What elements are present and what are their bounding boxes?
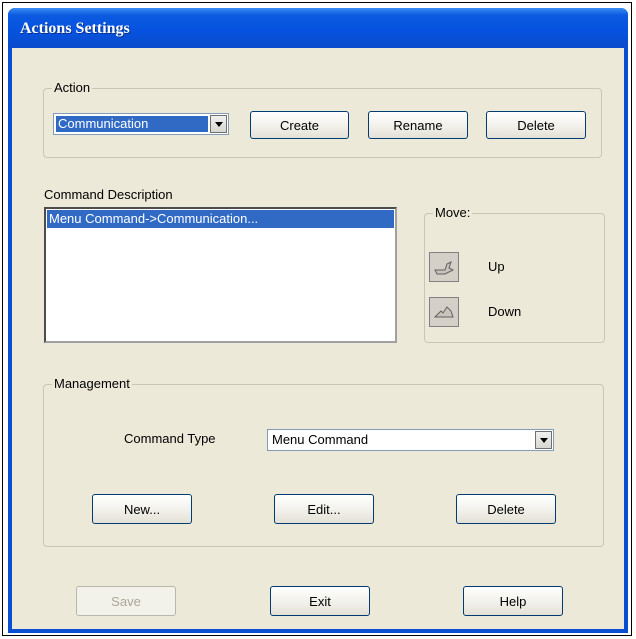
down-arrow-icon (433, 306, 454, 318)
command-description-list[interactable]: Menu Command->Communication... (44, 207, 397, 343)
command-type-label: Command Type (124, 431, 216, 446)
actions-settings-window: Actions Settings Action Communication Cr… (8, 8, 628, 633)
title-bar[interactable]: Actions Settings (8, 8, 628, 48)
dialog-body: Action Communication Create Rename Delet… (12, 48, 624, 629)
command-type-select[interactable]: Menu Command (267, 429, 554, 451)
move-up-label: Up (488, 259, 505, 274)
move-down-label: Down (488, 304, 522, 319)
action-select-value: Communication (56, 116, 208, 132)
action-select[interactable]: Communication (53, 113, 229, 135)
move-group-legend: Move: (433, 205, 473, 220)
up-arrow-icon (434, 261, 455, 275)
new-command-button[interactable]: New... (92, 494, 192, 524)
action-group: Action Communication Create Rename Delet… (43, 80, 602, 158)
command-type-value: Menu Command (272, 432, 369, 447)
window-title: Actions Settings (20, 20, 130, 37)
exit-button[interactable]: Exit (270, 586, 370, 616)
list-item[interactable]: Menu Command->Communication... (47, 210, 394, 228)
delete-action-button[interactable]: Delete (486, 111, 586, 139)
move-up-button[interactable] (429, 252, 459, 282)
management-group-legend: Management (52, 376, 132, 391)
move-down-button[interactable] (429, 297, 459, 327)
edit-command-button[interactable]: Edit... (274, 494, 374, 524)
create-button[interactable]: Create (250, 111, 349, 139)
chevron-down-icon[interactable] (535, 431, 552, 449)
move-group: Move: Up Down (424, 205, 605, 343)
help-button[interactable]: Help (463, 586, 563, 616)
action-group-legend: Action (52, 80, 93, 95)
delete-command-button[interactable]: Delete (456, 494, 556, 524)
rename-button[interactable]: Rename (368, 111, 468, 139)
management-group: Management Command Type Menu Command New… (43, 376, 604, 547)
chevron-down-icon[interactable] (210, 115, 227, 133)
command-description-label: Command Description (44, 187, 173, 202)
save-button[interactable]: Save (76, 586, 176, 616)
